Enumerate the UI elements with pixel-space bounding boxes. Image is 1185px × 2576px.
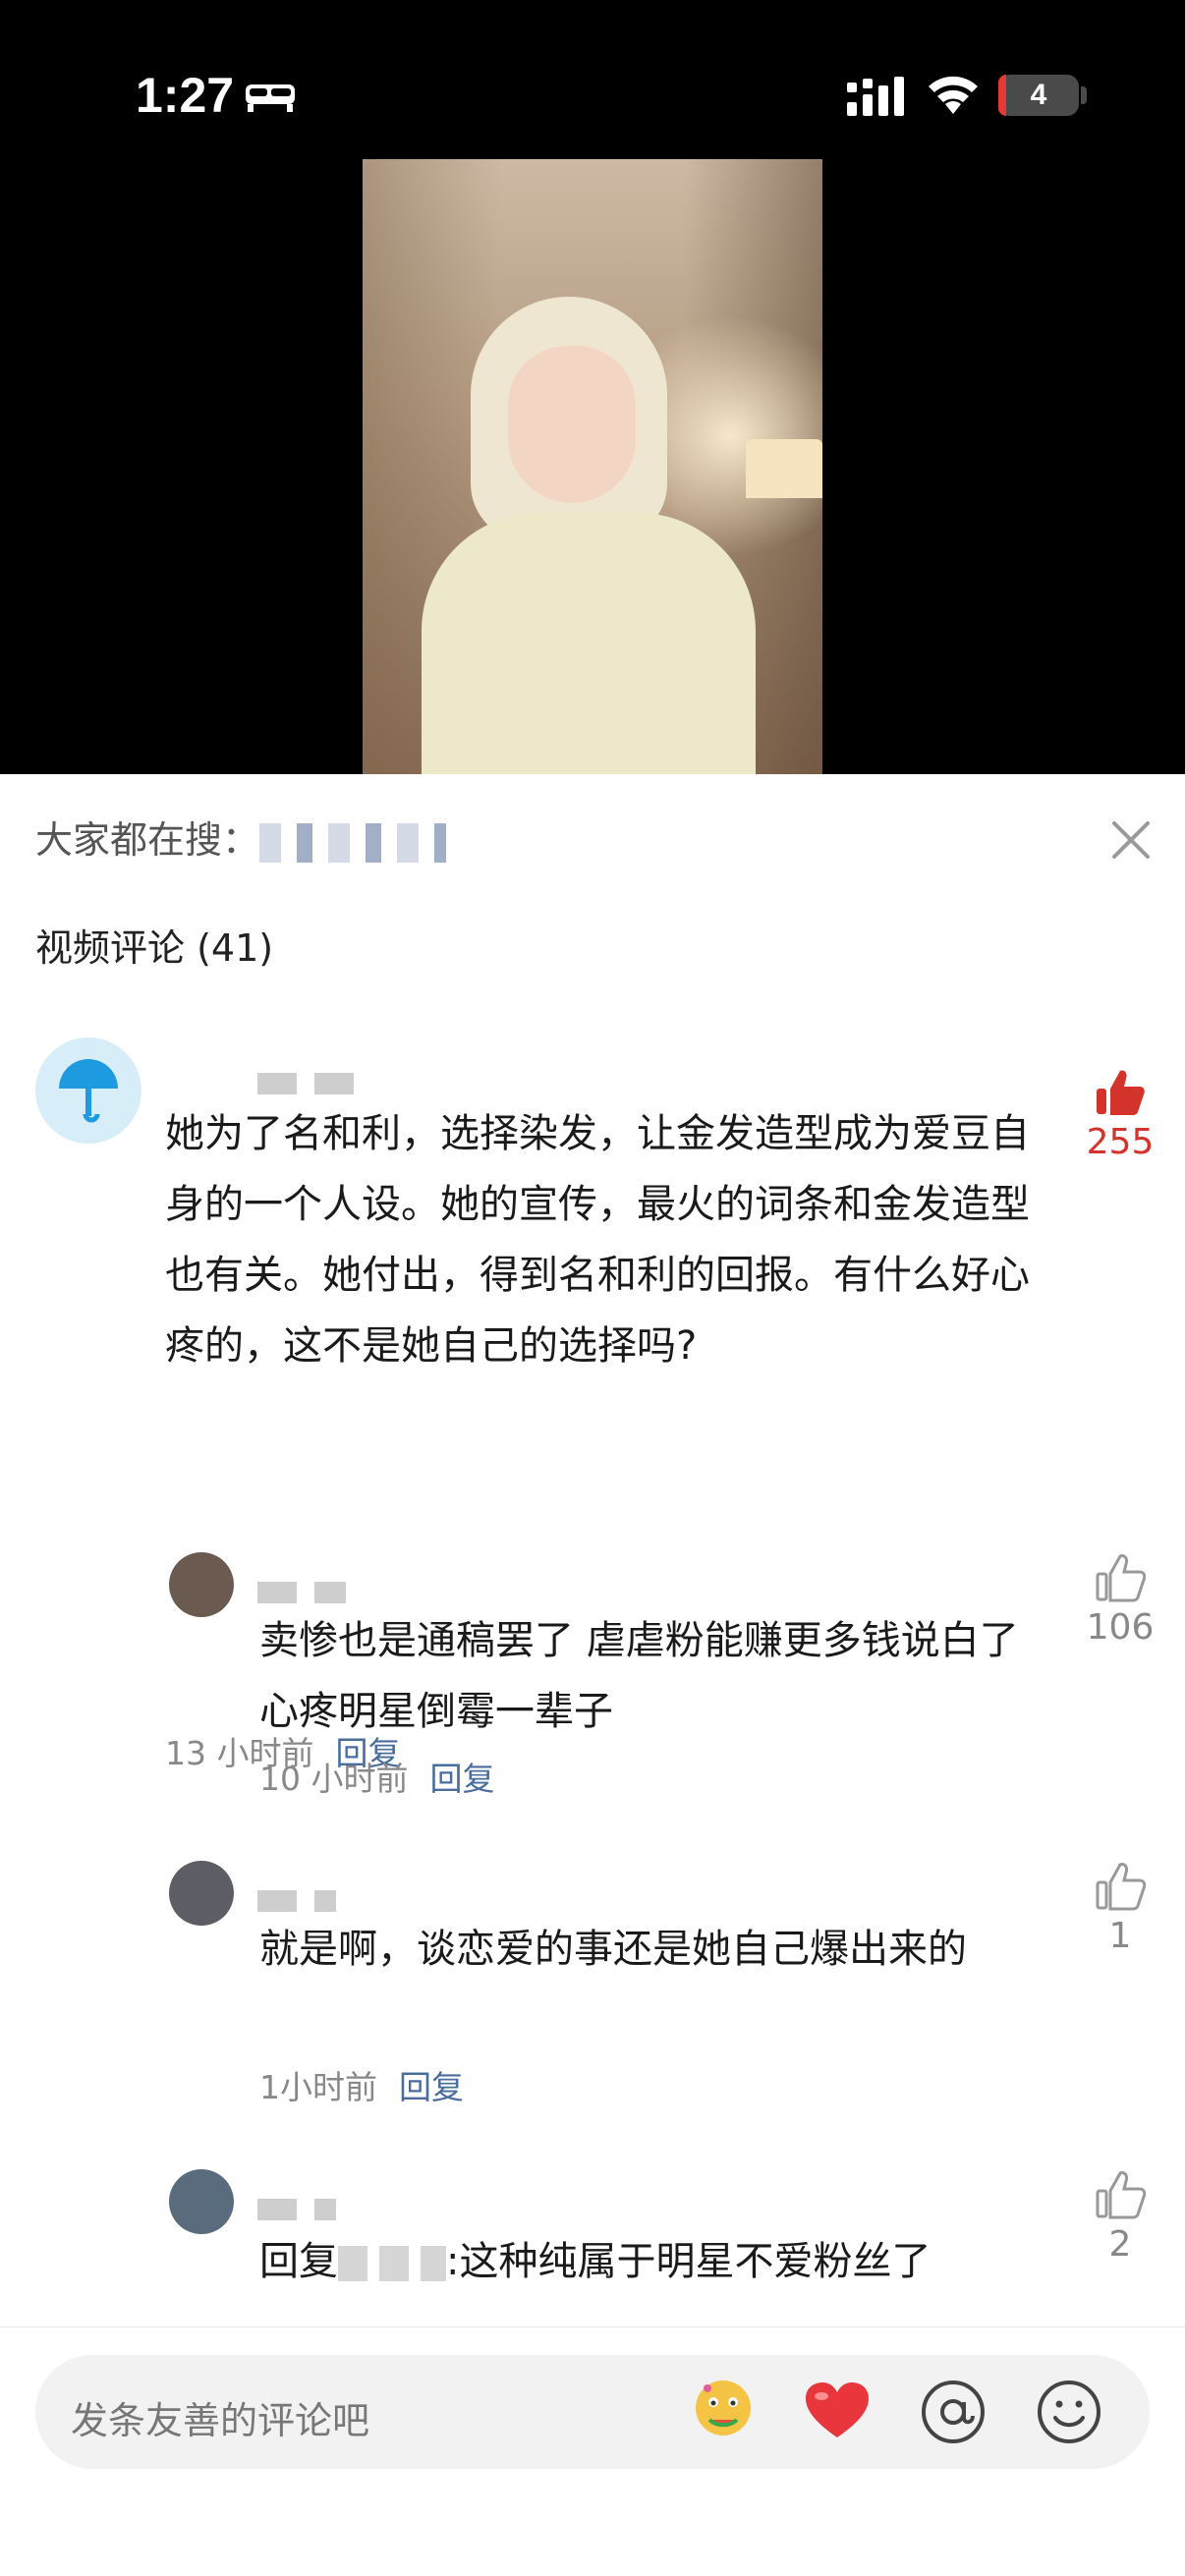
like-count: 1: [1108, 1916, 1132, 1956]
bed-icon: [246, 84, 295, 112]
thumbs-up-outline-icon: [1096, 2171, 1146, 2219]
trending-masked-term[interactable]: [259, 822, 447, 863]
melon-emoji-icon[interactable]: [688, 2377, 759, 2447]
video-lamp: [746, 439, 822, 498]
reply-time: 10 小时前: [259, 1760, 409, 1798]
battery-cap: [1081, 86, 1087, 104]
comment-sheet: 大家都在搜： 视频评论 (41) 她为了名和利，选择染发，让金发造型成为爱豆自身…: [0, 774, 1185, 2576]
reply-button[interactable]: 回复: [429, 1760, 494, 1798]
username-masked[interactable]: [257, 1073, 362, 1094]
trending-search[interactable]: 大家都在搜：: [35, 810, 447, 864]
battery-level: 4: [1030, 79, 1047, 111]
reply-text: 就是啊，谈恋爱的事还是她自己爆出来的: [259, 1927, 967, 1972]
status-time: 1:27: [136, 68, 235, 123]
wifi-icon: [929, 76, 978, 114]
reply-button[interactable]: 回复: [399, 2068, 464, 2106]
reply-body: :这种纯属于明星不爱粉丝了: [446, 2239, 931, 2284]
reply-meta: 1小时前 回复: [259, 2061, 464, 2108]
avatar[interactable]: [35, 1037, 141, 1144]
reply-time: 1小时前: [259, 2068, 377, 2106]
signal-icon: [847, 77, 904, 116]
reply-item: 就是啊，谈恋爱的事还是她自己爆出来的 1小时前 回复 1: [0, 1861, 1185, 2106]
avatar[interactable]: [169, 2169, 234, 2234]
video-person-face: [508, 346, 636, 503]
reply-mention-masked[interactable]: [338, 2246, 446, 2281]
at-icon[interactable]: [918, 2377, 988, 2447]
reply-meta: 10 小时前 回复: [259, 1753, 494, 1800]
reply-text: 回复 :这种纯属于明星不爱粉丝了: [259, 2226, 1065, 2297]
reply-prefix: 回复: [259, 2239, 338, 2284]
like-button[interactable]: 255: [1071, 1067, 1169, 1162]
comment-input[interactable]: 发条友善的评论吧: [35, 2355, 1150, 2469]
reply-text: 卖惨也是通稿罢了 虐虐粉能赚更多钱说白了心疼明星倒霉一辈子: [259, 1618, 1019, 1734]
smiley-icon[interactable]: [1034, 2377, 1104, 2447]
comment-input-placeholder: 发条友善的评论吧: [71, 2399, 370, 2442]
comment-input-bar: 发条友善的评论吧: [0, 2326, 1185, 2576]
like-button[interactable]: 1: [1071, 1861, 1169, 1956]
umbrella-icon: [59, 1059, 118, 1123]
like-button[interactable]: 2: [1071, 2169, 1169, 2265]
reply-item: 卖惨也是通稿罢了 虐虐粉能赚更多钱说白了心疼明星倒霉一辈子 10 小时前 回复 1…: [0, 1552, 1185, 1808]
like-count: 255: [1086, 1122, 1155, 1162]
trending-label: 大家都在搜：: [35, 818, 260, 862]
comment-text: 她为了名和利，选择染发，让金发造型成为爱豆自身的一个人设。她的宣传，最火的词条和…: [165, 1111, 1030, 1369]
like-count: 106: [1086, 1607, 1155, 1648]
username-masked[interactable]: [257, 1582, 346, 1603]
username-masked[interactable]: [257, 2199, 336, 2220]
video-player[interactable]: 1:27 4: [0, 0, 1185, 774]
thumbs-up-filled-icon: [1097, 1070, 1145, 1115]
thumbs-up-outline-icon: [1096, 1863, 1146, 1911]
like-button[interactable]: 106: [1071, 1552, 1169, 1648]
like-count: 2: [1108, 2224, 1132, 2265]
username-masked[interactable]: [257, 1890, 336, 1912]
close-icon[interactable]: [1108, 817, 1154, 863]
comments-title: 视频评论 (41): [35, 926, 274, 970]
avatar[interactable]: [169, 1552, 234, 1617]
heart-icon[interactable]: [802, 2377, 873, 2447]
reply-item: 回复 :这种纯属于明星不爱粉丝了 2: [0, 2169, 1185, 2326]
battery-icon: 4: [998, 75, 1079, 116]
comment-item: 她为了名和利，选择染发，让金发造型成为爱豆自身的一个人设。她的宣传，最火的词条和…: [0, 1037, 1185, 1772]
thumbs-up-outline-icon: [1096, 1554, 1146, 1602]
status-bar: 1:27 4: [0, 0, 1185, 157]
video-frame[interactable]: [363, 159, 822, 774]
avatar[interactable]: [169, 1861, 234, 1926]
video-person-body: [422, 513, 756, 774]
